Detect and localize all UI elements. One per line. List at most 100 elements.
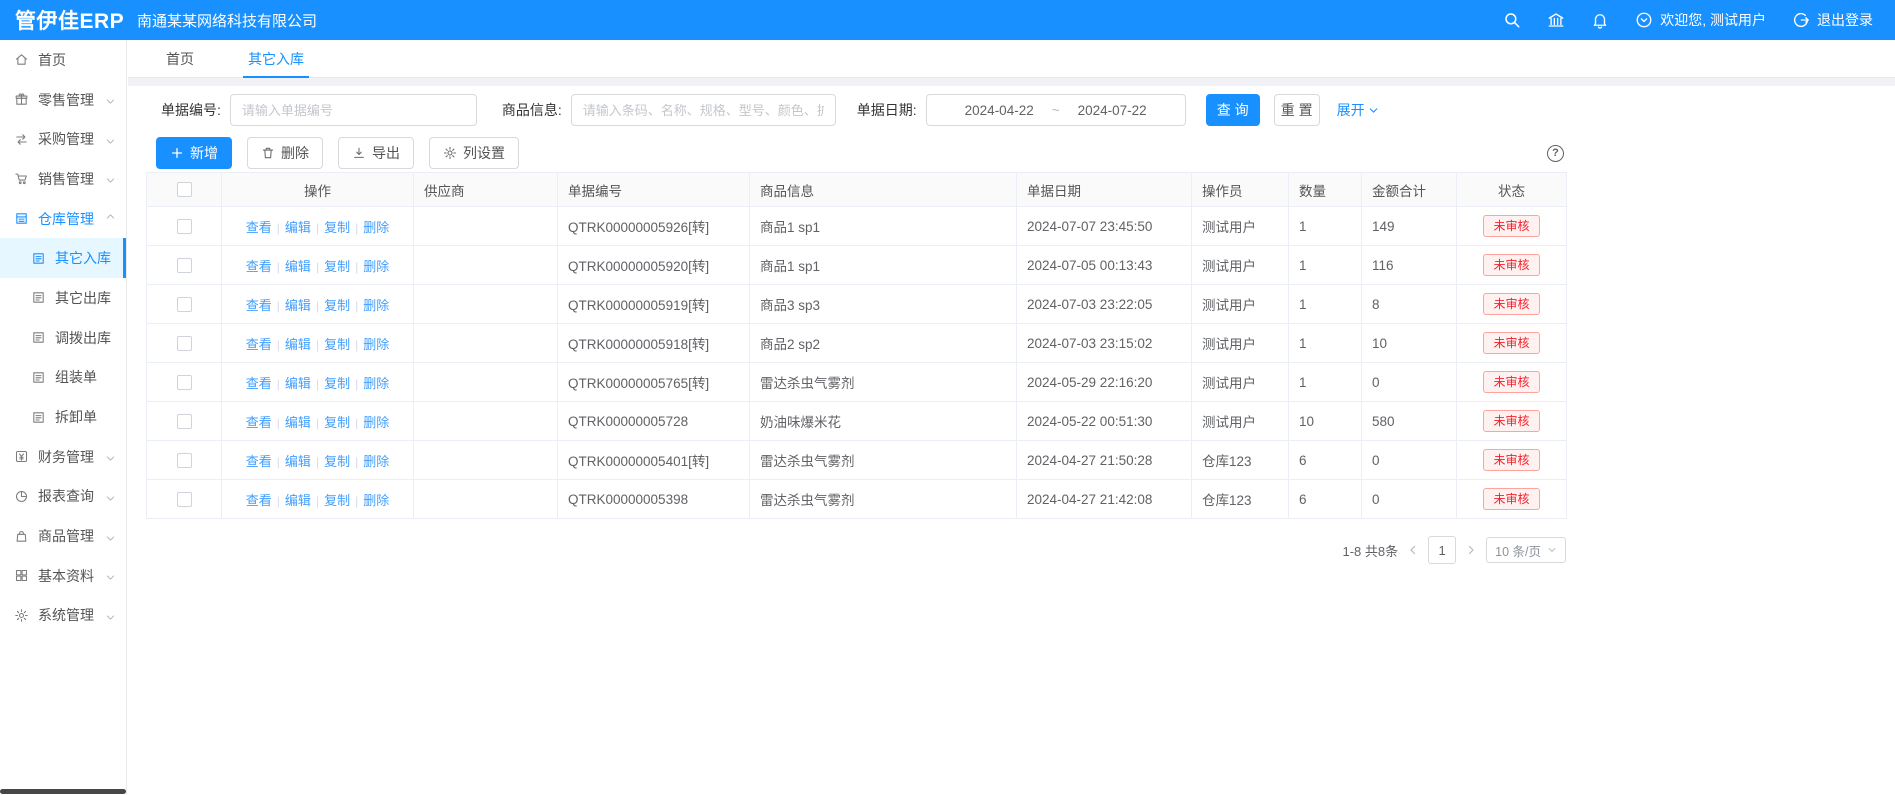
date-from-value[interactable]: 2024-04-22: [965, 103, 1034, 118]
copy-link[interactable]: 复制: [324, 493, 350, 508]
amount-cell: 0: [1362, 441, 1457, 480]
logout-button[interactable]: 退出登录: [1792, 10, 1873, 30]
delete-link[interactable]: 删除: [363, 220, 389, 235]
search-button[interactable]: 查 询: [1206, 94, 1260, 126]
product-info-label: 商品信息:: [502, 100, 562, 120]
edit-link[interactable]: 编辑: [285, 415, 311, 430]
user-menu[interactable]: 欢迎您, 测试用户: [1635, 10, 1766, 30]
copy-link[interactable]: 复制: [324, 376, 350, 391]
copy-link[interactable]: 复制: [324, 220, 350, 235]
copy-link[interactable]: 复制: [324, 415, 350, 430]
trash-icon: [261, 146, 275, 160]
delete-link[interactable]: 删除: [363, 376, 389, 391]
row-checkbox[interactable]: [177, 414, 192, 429]
view-link[interactable]: 查看: [246, 415, 272, 430]
sidebar-item[interactable]: 仓库管理: [0, 199, 126, 239]
view-link[interactable]: 查看: [246, 376, 272, 391]
date-cell: 2024-04-27 21:50:28: [1017, 441, 1192, 480]
qty-cell: 1: [1289, 207, 1362, 246]
add-button[interactable]: 新增: [156, 137, 232, 169]
page-size-select[interactable]: 10 条/页: [1486, 537, 1566, 563]
sidebar-scrollbar[interactable]: [0, 789, 126, 794]
prev-page-button[interactable]: [1407, 544, 1419, 556]
copy-link[interactable]: 复制: [324, 298, 350, 313]
delete-link[interactable]: 删除: [363, 298, 389, 313]
company-name: 南通某某网络科技有限公司: [137, 10, 317, 31]
bill-no-cell: QTRK00000005401[转]: [558, 441, 750, 480]
delete-link[interactable]: 删除: [363, 415, 389, 430]
edit-link[interactable]: 编辑: [285, 298, 311, 313]
reset-button[interactable]: 重 置: [1274, 94, 1320, 126]
row-checkbox[interactable]: [177, 219, 192, 234]
view-link[interactable]: 查看: [246, 220, 272, 235]
help-icon[interactable]: ?: [1547, 145, 1564, 162]
delete-link[interactable]: 删除: [363, 493, 389, 508]
action-separator: |: [355, 377, 358, 391]
view-link[interactable]: 查看: [246, 337, 272, 352]
row-checkbox[interactable]: [177, 297, 192, 312]
export-button[interactable]: 导出: [338, 137, 414, 169]
row-checkbox[interactable]: [177, 258, 192, 273]
view-link[interactable]: 查看: [246, 259, 272, 274]
delete-link[interactable]: 删除: [363, 259, 389, 274]
copy-link[interactable]: 复制: [324, 337, 350, 352]
doc-icon: [31, 251, 46, 266]
sidebar-item[interactable]: 销售管理: [0, 159, 126, 199]
search-icon[interactable]: [1503, 11, 1521, 29]
next-page-button[interactable]: [1465, 544, 1477, 556]
sidebar-item[interactable]: 财务管理: [0, 437, 126, 477]
tab[interactable]: 其它入库: [243, 40, 309, 77]
edit-link[interactable]: 编辑: [285, 454, 311, 469]
bill-no-input[interactable]: [230, 94, 477, 126]
page-number-button[interactable]: 1: [1428, 536, 1456, 564]
product-info-input[interactable]: [571, 94, 836, 126]
sidebar-subitem[interactable]: 调拨出库: [0, 318, 126, 358]
row-checkbox[interactable]: [177, 336, 192, 351]
copy-link[interactable]: 复制: [324, 259, 350, 274]
column-settings-button[interactable]: 列设置: [429, 137, 519, 169]
table-row: 查看|编辑|复制|删除QTRK00000005765[转]雷达杀虫气雾剂2024…: [147, 363, 1567, 402]
row-checkbox[interactable]: [177, 453, 192, 468]
edit-link[interactable]: 编辑: [285, 493, 311, 508]
bell-icon[interactable]: [1591, 11, 1609, 29]
sidebar-item[interactable]: 报表查询: [0, 477, 126, 517]
tab[interactable]: 首页: [161, 40, 199, 77]
date-to-value[interactable]: 2024-07-22: [1078, 103, 1147, 118]
copy-link[interactable]: 复制: [324, 454, 350, 469]
organization-icon[interactable]: [1547, 11, 1565, 29]
edit-link[interactable]: 编辑: [285, 337, 311, 352]
bill-no-cell: QTRK00000005919[转]: [558, 285, 750, 324]
edit-link[interactable]: 编辑: [285, 220, 311, 235]
delete-button-label: 删除: [281, 143, 309, 163]
edit-link[interactable]: 编辑: [285, 376, 311, 391]
row-checkbox[interactable]: [177, 375, 192, 390]
column-header: 供应商: [414, 173, 558, 207]
app-logo: 管伊佳ERP: [0, 5, 127, 35]
expand-link[interactable]: 展开: [1337, 100, 1379, 120]
view-link[interactable]: 查看: [246, 298, 272, 313]
sidebar-subitem[interactable]: 其它入库: [0, 238, 126, 278]
sidebar-item[interactable]: 采购管理: [0, 119, 126, 159]
warehouse-icon: [14, 211, 29, 226]
view-link[interactable]: 查看: [246, 454, 272, 469]
sidebar-item[interactable]: 零售管理: [0, 80, 126, 120]
delete-button[interactable]: 删除: [247, 137, 323, 169]
row-checkbox[interactable]: [177, 492, 192, 507]
sidebar-item[interactable]: 基本资料: [0, 556, 126, 596]
records-table: 操作供应商单据编号商品信息单据日期操作员数量金额合计状态 查看|编辑|复制|删除…: [146, 172, 1567, 519]
delete-link[interactable]: 删除: [363, 337, 389, 352]
doc-icon: [31, 410, 46, 425]
sidebar-subitem[interactable]: 组装单: [0, 358, 126, 398]
select-all-checkbox[interactable]: [177, 182, 192, 197]
delete-link[interactable]: 删除: [363, 454, 389, 469]
sidebar-item[interactable]: 系统管理: [0, 596, 126, 636]
table-row: 查看|编辑|复制|删除QTRK00000005401[转]雷达杀虫气雾剂2024…: [147, 441, 1567, 480]
action-separator: |: [316, 260, 319, 274]
sidebar-subitem[interactable]: 拆卸单: [0, 397, 126, 437]
sidebar-subitem[interactable]: 其它出库: [0, 278, 126, 318]
date-range-picker[interactable]: 2024-04-22 ~ 2024-07-22: [926, 94, 1186, 126]
sidebar-item[interactable]: 首页: [0, 40, 126, 80]
view-link[interactable]: 查看: [246, 493, 272, 508]
edit-link[interactable]: 编辑: [285, 259, 311, 274]
sidebar-item[interactable]: 商品管理: [0, 516, 126, 556]
